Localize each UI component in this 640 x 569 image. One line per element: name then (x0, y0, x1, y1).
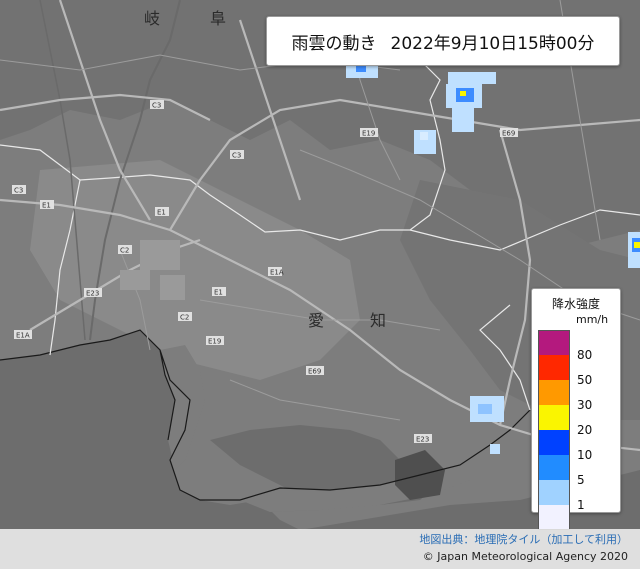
legend-label: 10 (577, 448, 593, 462)
svg-text:C3: C3 (232, 152, 241, 160)
label-gifu-2: 阜 (210, 9, 226, 28)
legend-label: 20 (577, 423, 593, 437)
legend-swatch (538, 480, 570, 505)
label-aichi-2: 知 (370, 311, 386, 330)
road-shield: E19 (360, 128, 378, 138)
svg-text:E1A: E1A (16, 332, 30, 340)
legend-label: 5 (577, 473, 585, 487)
precipitation-legend: 降水強度 mm/h 80 50 30 20 10 5 1 (531, 288, 621, 530)
legend-label: 80 (577, 348, 593, 362)
title-panel: 雨雲の動き 2022年9月10日15時00分 (266, 16, 620, 66)
svg-text:E69: E69 (308, 368, 321, 376)
legend-unit: mm/h (576, 313, 609, 326)
legend-swatch (538, 355, 570, 380)
legend-swatch (538, 430, 570, 455)
road-shield: C3 (150, 100, 164, 110)
road-shield: E1 (155, 207, 169, 217)
road-shield: E1 (212, 287, 226, 297)
precip-cell-east-edge (628, 232, 640, 268)
svg-text:C3: C3 (152, 102, 161, 110)
svg-text:E69: E69 (502, 130, 515, 138)
legend-swatch (538, 380, 570, 405)
legend-label: 1 (577, 498, 585, 512)
road-shield: C3 (12, 185, 26, 195)
road-shield: C3 (230, 150, 244, 160)
svg-text:E19: E19 (362, 130, 375, 138)
road-shield: E23 (84, 288, 102, 298)
title-datetime: 2022年9月10日15時00分 (390, 33, 595, 54)
svg-text:E1: E1 (42, 202, 51, 210)
road-shield: E69 (306, 366, 324, 376)
road-shield: E69 (500, 128, 518, 138)
svg-text:C2: C2 (180, 314, 189, 322)
legend-label: 30 (577, 398, 593, 412)
svg-text:E1: E1 (157, 209, 166, 217)
label-gifu-1: 岐 (144, 9, 160, 28)
svg-text:C2: C2 (120, 247, 129, 255)
title-label: 雨雲の動き (291, 33, 377, 54)
precip-cell-north-center-small (414, 130, 436, 154)
label-aichi-1: 愛 (308, 311, 324, 330)
legend-swatch (538, 455, 570, 480)
credit-bar: 地図出典：地理院タイル（加工して利用） © Japan Meteorologic… (0, 529, 640, 569)
svg-text:E23: E23 (416, 436, 429, 444)
map-source-link[interactable]: 地図出典：地理院タイル（加工して利用） (419, 531, 628, 547)
copyright-text: © Japan Meteorological Agency 2020 (422, 550, 628, 563)
road-shield: E19 (206, 336, 224, 346)
svg-text:E1: E1 (214, 289, 223, 297)
svg-text:C3: C3 (14, 187, 23, 195)
road-shield: C2 (178, 312, 192, 322)
legend-label: 50 (577, 373, 593, 387)
road-shield: C2 (118, 245, 132, 255)
svg-text:E23: E23 (86, 290, 99, 298)
legend-swatch (538, 505, 570, 530)
legend-swatch (538, 330, 570, 355)
svg-text:E19: E19 (208, 338, 221, 346)
svg-text:E1A: E1A (270, 269, 284, 277)
road-shield: E1 (40, 200, 54, 210)
road-shield: E23 (414, 434, 432, 444)
legend-swatch (538, 405, 570, 430)
legend-title: 降水強度 (551, 297, 600, 311)
road-shield: E1A (14, 330, 32, 340)
road-shield: E1A (268, 267, 284, 277)
